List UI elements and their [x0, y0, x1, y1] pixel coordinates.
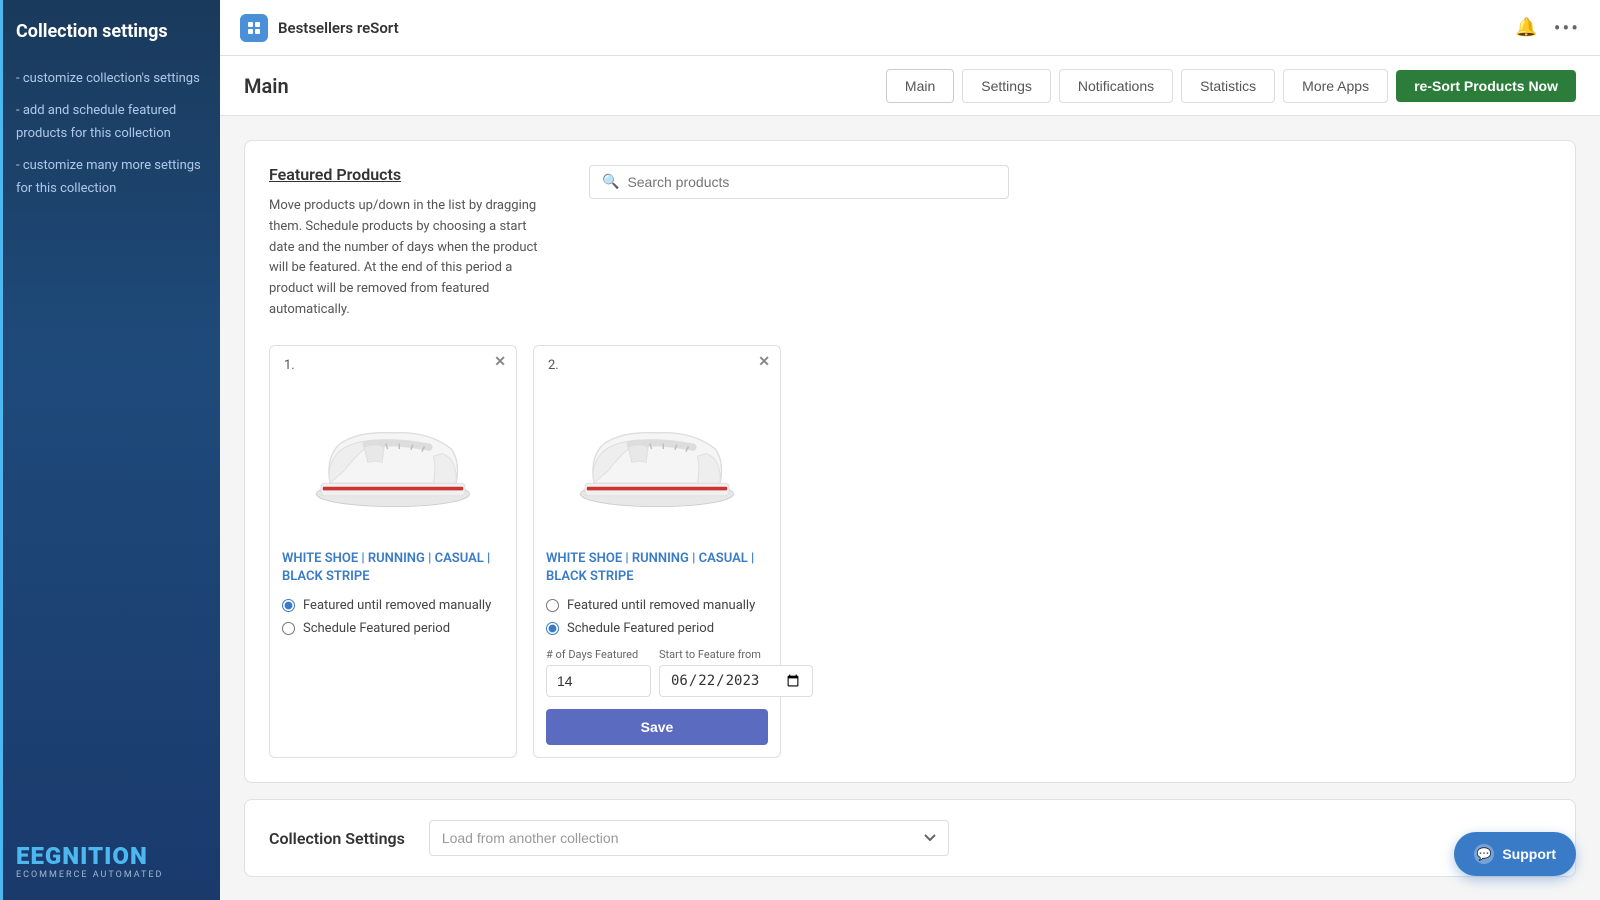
shoe-image-2: [567, 403, 747, 513]
product-1-option1-text: Featured until removed manually: [303, 598, 491, 613]
featured-products-title: Featured Products: [269, 165, 549, 184]
support-label: Support: [1502, 846, 1556, 862]
schedule-inputs: [546, 665, 768, 697]
product-2-option2-label[interactable]: Schedule Featured period: [546, 621, 768, 636]
featured-products-description: Move products up/down in the list by dra…: [269, 196, 549, 321]
product-2-option1-radio[interactable]: [546, 599, 559, 612]
product-1-radio-group: Featured until removed manually Schedule…: [282, 598, 504, 636]
product-2-option1-text: Featured until removed manually: [567, 598, 755, 613]
product-2-number: 2.: [544, 356, 563, 375]
app-icon: [240, 14, 268, 42]
days-featured-input[interactable]: [546, 665, 651, 697]
tab-main[interactable]: Main: [886, 69, 954, 103]
product-card-2: 2. ✕: [533, 345, 781, 758]
sidebar-bottom: EEGNITION ECOMMERCE AUTOMATED: [16, 842, 204, 880]
search-box: 🔍: [589, 165, 1009, 199]
topbar-icons: 🔔 •••: [1515, 16, 1580, 40]
bell-icon[interactable]: 🔔: [1515, 17, 1537, 38]
page-title: Main: [244, 74, 886, 98]
date-label: Start to Feature from: [659, 648, 761, 661]
logo-text: EEGNITION: [16, 842, 204, 870]
product-2-option2-text: Schedule Featured period: [567, 621, 714, 636]
page-header: Main Main Settings Notifications Statist…: [220, 56, 1600, 116]
product-2-option2-radio[interactable]: [546, 622, 559, 635]
sidebar-nav-item-2: - add and schedule featured products for…: [16, 99, 204, 146]
search-input[interactable]: [627, 174, 996, 190]
featured-products-card: Featured Products Move products up/down …: [244, 140, 1576, 783]
sidebar-nav-item-1: - customize collection's settings: [16, 67, 204, 90]
more-icon[interactable]: •••: [1554, 16, 1580, 40]
tab-statistics[interactable]: Statistics: [1181, 69, 1275, 103]
days-label: # of Days Featured: [546, 648, 651, 661]
product-1-close-button[interactable]: ✕: [494, 354, 506, 370]
collection-select[interactable]: Load from another collection: [429, 820, 949, 856]
topbar-title: Bestsellers reSort: [278, 19, 1515, 37]
tab-notifications[interactable]: Notifications: [1059, 69, 1173, 103]
product-1-option2-radio[interactable]: [282, 622, 295, 635]
product-1-option2-text: Schedule Featured period: [303, 621, 450, 636]
main-content: Bestsellers reSort 🔔 ••• Main Main Setti…: [220, 0, 1600, 900]
search-icon: 🔍: [602, 174, 619, 190]
product-1-option1-radio[interactable]: [282, 599, 295, 612]
tab-settings[interactable]: Settings: [962, 69, 1051, 103]
egnition-logo: EEGNITION ECOMMERCE AUTOMATED: [16, 842, 204, 880]
schedule-labels: # of Days Featured Start to Feature from: [546, 648, 768, 661]
sidebar-title: Collection settings: [16, 20, 204, 43]
shoe-image-1: [303, 403, 483, 513]
product-2-option1-label[interactable]: Featured until removed manually: [546, 598, 768, 613]
collection-settings-title: Collection Settings: [269, 829, 405, 848]
logo-sub: ECOMMERCE AUTOMATED: [16, 870, 204, 880]
product-2-image: [546, 378, 768, 538]
product-1-option2-label[interactable]: Schedule Featured period: [282, 621, 504, 636]
sidebar: Collection settings - customize collecti…: [0, 0, 220, 900]
tab-more-apps[interactable]: More Apps: [1283, 69, 1388, 103]
collection-settings-card: Collection Settings Load from another co…: [244, 799, 1576, 877]
product-1-name: WHITE SHOE | RUNNING | CASUAL | BLACK ST…: [282, 550, 504, 586]
content-area: Featured Products Move products up/down …: [220, 116, 1600, 900]
product-1-number: 1.: [280, 356, 299, 375]
resort-products-button[interactable]: re-Sort Products Now: [1396, 70, 1576, 102]
product-2-close-button[interactable]: ✕: [758, 354, 770, 370]
sidebar-nav: - customize collection's settings - add …: [16, 67, 204, 208]
schedule-fields: # of Days Featured Start to Feature from…: [546, 648, 768, 745]
featured-title-col: Featured Products Move products up/down …: [269, 165, 549, 321]
products-row: 1. ✕: [269, 345, 1551, 758]
product-card-1: 1. ✕: [269, 345, 517, 758]
product-2-radio-group: Featured until removed manually Schedule…: [546, 598, 768, 636]
start-date-input[interactable]: [659, 665, 813, 697]
featured-header: Featured Products Move products up/down …: [269, 165, 1551, 321]
topbar: Bestsellers reSort 🔔 •••: [220, 0, 1600, 56]
chat-icon: 💬: [1474, 844, 1494, 864]
sidebar-accent: [0, 0, 3, 900]
save-button[interactable]: Save: [546, 709, 768, 745]
nav-tabs: Main Settings Notifications Statistics M…: [886, 69, 1576, 103]
search-col: 🔍: [589, 165, 1551, 199]
product-1-image: [282, 378, 504, 538]
product-1-option1-label[interactable]: Featured until removed manually: [282, 598, 504, 613]
sidebar-nav-item-3: - customize many more settings for this …: [16, 154, 204, 201]
support-button[interactable]: 💬 Support: [1454, 832, 1576, 876]
product-2-name: WHITE SHOE | RUNNING | CASUAL | BLACK ST…: [546, 550, 768, 586]
